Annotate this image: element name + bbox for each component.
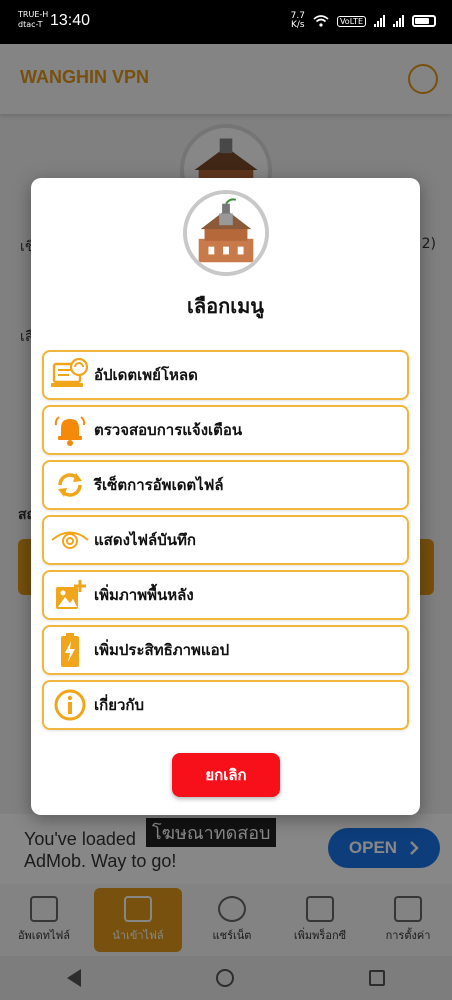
wifi-icon: [313, 15, 329, 27]
update-laptop-icon: [50, 355, 90, 395]
signal-icon: [374, 15, 385, 27]
menu-item-label: รีเซ็ตการอัพเดตไฟล์: [94, 476, 224, 494]
carrier-line2: dtac-T: [18, 20, 43, 29]
battery-icon: [50, 630, 90, 670]
status-bar: TRUE-H dtac-T 13:40 7.7 K/s VoLTE: [0, 0, 452, 44]
network-speed-unit: K/s: [290, 20, 305, 30]
battery-icon: [412, 15, 436, 27]
castle-logo-icon: [187, 194, 265, 272]
cancel-button[interactable]: ยกเลิก: [172, 753, 280, 797]
menu-item-label: เพิ่มภาพพื้นหลัง: [94, 586, 194, 604]
eye-icon: [50, 520, 90, 560]
menu-item-label: อัปเดตเพย์โหลด: [94, 366, 198, 384]
menu-item-add-background[interactable]: เพิ่มภาพพื้นหลัง: [42, 570, 409, 620]
menu-item-show-log[interactable]: แสดงไฟล์บันทึก: [42, 515, 409, 565]
status-icons: 7.7 K/s VoLTE: [291, 12, 436, 30]
status-time: 13:40: [50, 12, 91, 29]
menu-item-check-notifications[interactable]: ตรวจสอบการแจ้งเตือน: [42, 405, 409, 455]
menu-item-optimize-app[interactable]: เพิ่มประสิทธิภาพแอป: [42, 625, 409, 675]
signal-icon-2: [393, 15, 404, 27]
add-image-icon: [50, 575, 90, 615]
info-icon: [50, 685, 90, 725]
menu-item-label: ตรวจสอบการแจ้งเตือน: [94, 421, 243, 439]
menu-list: อัปเดตเพย์โหลด ตรวจสอบการแจ้งเตือน รีเซ็…: [42, 350, 409, 735]
refresh-icon: [50, 465, 90, 505]
menu-item-about[interactable]: เกี่ยวกับ: [42, 680, 409, 730]
dialog-title: เลือกเมนู: [187, 294, 264, 318]
menu-item-label: แสดงไฟล์บันทึก: [94, 531, 196, 549]
menu-item-label: เพิ่มประสิทธิภาพแอป: [94, 641, 230, 659]
menu-item-update-payload[interactable]: อัปเดตเพย์โหลด: [42, 350, 409, 400]
carrier-line1: TRUE-H: [18, 10, 49, 19]
network-speed: 7.7 K/s: [291, 12, 305, 30]
carrier-info: TRUE-H dtac-T: [18, 10, 48, 30]
volte-badge: VoLTE: [336, 15, 366, 27]
menu-item-reset-update[interactable]: รีเซ็ตการอัพเดตไฟล์: [42, 460, 409, 510]
bell-icon: [50, 410, 90, 450]
dialog-logo: [183, 190, 269, 276]
menu-item-label: เกี่ยวกับ: [94, 696, 145, 714]
menu-dialog: เลือกเมนู อัปเดตเพย์โหลด ตรวจสอบการแจ้งเ…: [31, 178, 420, 815]
